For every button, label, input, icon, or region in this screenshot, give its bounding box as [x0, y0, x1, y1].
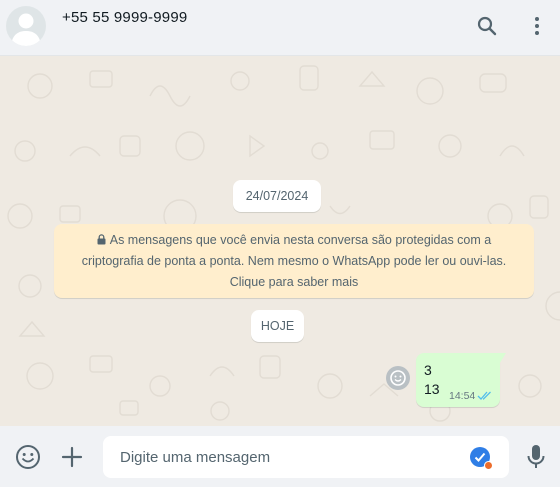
- message-input[interactable]: [120, 436, 460, 478]
- emoji-reaction-button[interactable]: [386, 366, 410, 390]
- message-composer: [0, 426, 560, 487]
- smiley-icon[interactable]: [15, 444, 41, 470]
- plus-icon[interactable]: [60, 445, 84, 469]
- message-input-box: [103, 436, 509, 478]
- contact-avatar[interactable]: [6, 6, 46, 46]
- kebab-menu-icon[interactable]: [525, 14, 549, 38]
- contact-name[interactable]: +55 55 9999-9999: [62, 9, 187, 26]
- emoji-reaction-icon: [390, 370, 406, 386]
- bubble-tail: [498, 353, 506, 366]
- date-divider: 24/07/2024: [233, 180, 321, 212]
- double-check-icon: [477, 391, 491, 400]
- message-text-line: 3: [424, 362, 432, 378]
- encryption-notice[interactable]: As mensagens que você envia nesta conver…: [54, 224, 534, 298]
- microphone-icon[interactable]: [526, 444, 546, 470]
- message-text-line: 13: [424, 381, 440, 397]
- notification-dot: [484, 461, 493, 470]
- chat-header: +55 55 9999-9999: [0, 0, 560, 56]
- message-time: 14:54: [449, 390, 476, 402]
- default-user-avatar-icon: [11, 13, 41, 46]
- conversation-panel[interactable]: 24/07/2024 As mensagens que você envia n…: [0, 56, 560, 426]
- encryption-notice-text: As mensagens que você envia nesta conver…: [81, 233, 507, 289]
- search-icon[interactable]: [475, 14, 499, 38]
- today-divider: HOJE: [251, 310, 304, 342]
- lock-icon: [97, 234, 106, 245]
